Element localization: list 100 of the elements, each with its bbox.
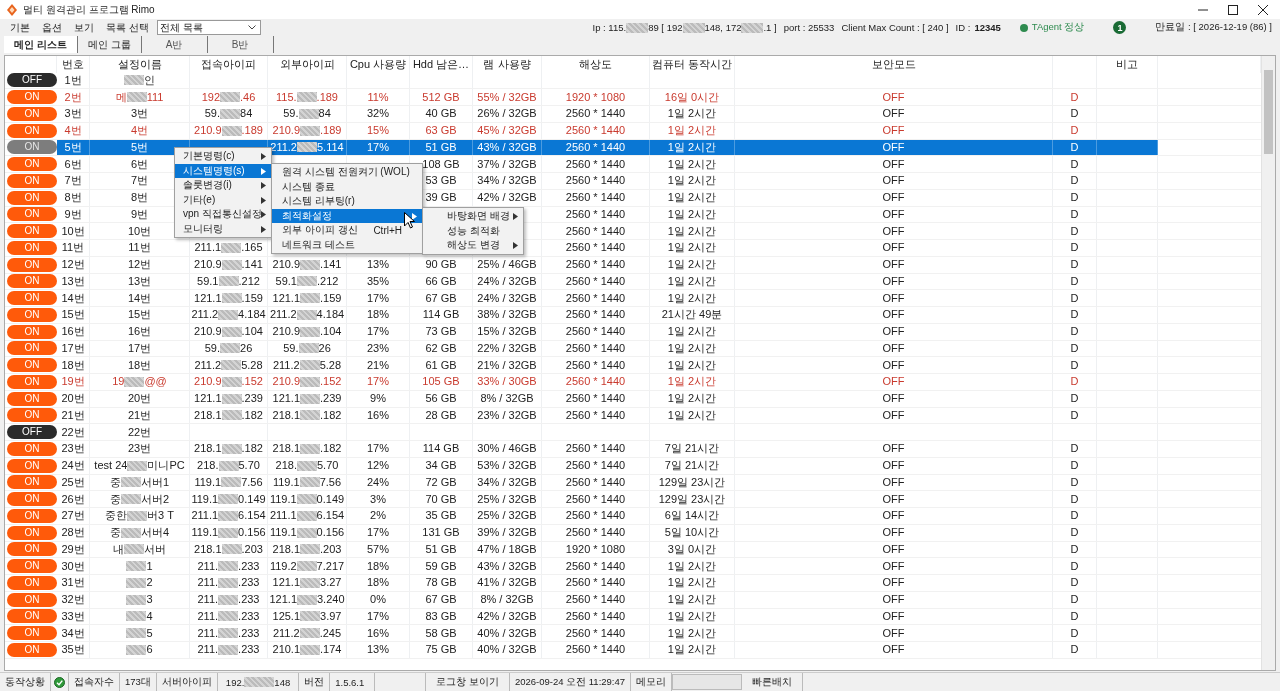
list-dropdown[interactable]: 전체 목록 [156,20,261,35]
power-toggle[interactable]: OFF [7,425,57,440]
table-cell: 34번 [57,625,90,641]
table-cell: 2560 * 1440 [542,206,650,223]
cell-text: 119.1 [269,492,297,506]
table-cell: 2560 * 1440 [542,290,650,306]
column-header[interactable]: 접속아이피 [190,56,268,73]
column-header[interactable]: 보안모드 [735,56,1053,73]
table-cell: 2560 * 1440 [542,491,650,507]
table-cell: 13% [347,256,410,273]
column-header[interactable]: 번호 [57,56,90,73]
table-cell: 22% / 32GB [473,340,542,357]
menu-item[interactable]: 보기 [68,20,100,35]
menu-item[interactable]: 시스템명령(s) [175,163,271,178]
power-toggle[interactable]: OFF [7,73,57,88]
redaction-mask [300,293,321,304]
menu-item[interactable]: 성능 최적화 [423,223,523,238]
table-cell: OFF [735,491,1053,507]
table-cell: 6번 [57,156,90,172]
cell-text: 59. [204,341,220,355]
table-cell: 3일 0시간 [650,541,735,558]
cell-text: .182 [320,442,342,456]
cell-text: 중 [109,492,121,506]
table-cell: 62 GB [410,340,473,357]
table-cell: OFF [735,474,1053,491]
info-text: port : 25533 [783,22,835,33]
table-cell: 114 GB [410,441,473,457]
table-cell: 66 GB [410,273,473,290]
tab[interactable]: A반 [141,36,208,53]
table-cell: OFF [735,558,1053,574]
table-cell: 56 GB [410,390,473,407]
redaction-mask [296,561,317,572]
table-cell: 12번 [57,256,90,273]
scrollbar-thumb[interactable] [1264,70,1273,154]
menu-item[interactable]: 기본 [4,20,36,35]
table-cell: OFF [735,508,1053,524]
submenu-arrow-icon [513,213,518,220]
table-cell: D [1053,307,1097,323]
table-cell: 1일 2시간 [650,273,735,290]
redaction-mask [126,611,147,622]
column-header[interactable]: 램 사용량 [473,56,542,73]
cell-text: .182 [241,408,263,422]
menu-item[interactable]: 바탕화면 배경 [423,209,523,224]
cell-text: .141 [241,258,263,272]
table-cell: 2560 * 1440 [542,357,650,373]
close-icon[interactable] [1258,4,1268,15]
table-cell: OFF [735,575,1053,591]
cell-text: .46 [240,90,256,104]
tab[interactable]: B반 [207,36,274,53]
cell-text: 211. [197,643,219,657]
cell-text: 59.1 [275,274,297,288]
notification-badge: 1 [1113,21,1127,34]
table-cell: 13번 [57,273,90,290]
table-cell: 16번 [57,323,90,340]
table-cell: 2560 * 1440 [542,256,650,273]
menu-item[interactable]: 옵션 [36,20,68,35]
info-text: 12345 [974,22,1001,33]
cell-text: 서버2 [140,492,170,506]
table-cell: 1일 2시간 [650,340,735,357]
table-cell: D [1053,256,1097,273]
menu-item[interactable]: 외부 아이피 갱신 Ctrl+H [272,223,422,238]
table-cell: 30% / 46GB [473,441,542,457]
log-button[interactable]: 로그창 보이기 [426,673,510,691]
column-header[interactable]: 해상도 [542,56,650,73]
cell-text: .233 [238,609,260,623]
menu-item[interactable]: 최적화설정 [272,208,422,223]
table-cell: D [1053,642,1097,658]
table-cell: 1일 2시간 [650,156,735,172]
redaction-mask [221,242,242,253]
maximize-icon[interactable] [1228,4,1238,15]
tab[interactable]: 메인 리스트 [4,36,78,53]
menu-item[interactable]: 해상도 변경 [423,238,523,253]
redaction-mask [296,510,317,521]
column-header[interactable]: 외부아이피 [268,56,347,73]
info-text: 89 [ 192 [648,22,683,33]
table-cell: D [1053,474,1097,491]
column-header[interactable]: 설정이름 [90,56,190,73]
column-header[interactable]: 비고 [1097,56,1158,73]
table-cell: 34 GB [410,457,473,474]
cell-text: .152 [241,375,263,389]
column-header[interactable]: Hdd 남은… [410,56,473,73]
redaction-mask [120,494,141,505]
tab[interactable]: 메인 그룹 [77,36,142,53]
cell-text: 59. [204,107,220,121]
cell-text: .165 [241,241,263,255]
menu-item[interactable]: 네트워크 테스트 [272,237,422,252]
cell-text: 인 [144,73,155,87]
table-cell: 105 GB [410,374,473,390]
table-cell: 67 GB [410,591,473,608]
scrollbar[interactable] [1261,56,1275,670]
redaction-mask [120,477,141,488]
table-cell: 21시간 49분 [650,307,735,323]
table-cell: OFF [735,357,1053,373]
quick-button[interactable]: 빠른배치 [742,673,804,691]
table-cell: 2560 * 1440 [542,575,650,591]
cell-text: 0.156 [238,526,266,540]
cell-text: .212 [317,274,339,288]
column-header[interactable]: Cpu 사용량 [347,56,410,73]
column-header[interactable]: 컴퓨터 동작시간 [650,56,735,73]
cell-text: 6.154 [238,509,266,523]
